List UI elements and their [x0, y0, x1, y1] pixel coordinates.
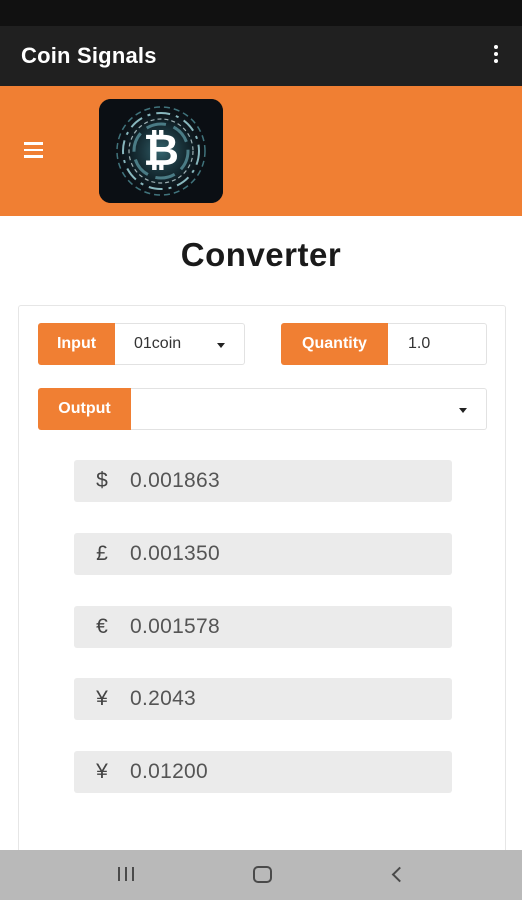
caret-down-icon	[459, 408, 467, 413]
currency-symbol: €	[96, 615, 108, 638]
result-value: 0.01200	[130, 760, 209, 783]
result-value: 0.001350	[130, 542, 220, 565]
bitcoin-logo-icon: ₿	[99, 99, 223, 203]
page-title: Converter	[180, 236, 342, 273]
input-coin-value: 01coin	[134, 335, 182, 352]
result-value: 0.001578	[130, 615, 220, 638]
quantity-value: 1.0	[408, 335, 431, 352]
result-row-cny: ¥ 0.01200	[74, 751, 452, 793]
system-nav-bar	[0, 850, 522, 900]
output-coin-select[interactable]	[131, 388, 487, 430]
input-coin-select[interactable]: 01coin	[115, 323, 245, 365]
currency-symbol: ¥	[96, 687, 108, 710]
input-label: Input	[38, 323, 115, 365]
currency-symbol: ¥	[96, 760, 108, 783]
result-row-eur: € 0.001578	[74, 606, 452, 648]
currency-symbol: $	[96, 469, 108, 492]
result-value: 0.2043	[130, 687, 197, 710]
more-vert-icon[interactable]	[492, 45, 500, 67]
status-bar	[0, 0, 522, 26]
result-row-usd: $ 0.001863	[74, 460, 452, 502]
result-row-jpy: ¥ 0.2043	[74, 678, 452, 720]
app-title: Coin Signals	[21, 43, 157, 68]
svg-text:₿: ₿	[143, 126, 179, 175]
back-icon[interactable]	[391, 866, 408, 883]
converter-card: Input 01coin Quantity 1.0 Output $ 0.001…	[18, 305, 506, 865]
result-row-gbp: £ 0.001350	[74, 533, 452, 575]
output-label: Output	[38, 388, 131, 430]
recents-icon[interactable]	[118, 867, 136, 881]
quantity-input[interactable]: 1.0	[388, 323, 487, 365]
app-bar: Coin Signals	[0, 26, 522, 86]
result-value: 0.001863	[130, 469, 220, 492]
currency-symbol: £	[96, 542, 108, 565]
header-banner: ₿	[0, 86, 522, 216]
quantity-label: Quantity	[281, 323, 388, 365]
caret-down-icon	[217, 343, 225, 348]
home-icon[interactable]	[253, 866, 272, 883]
menu-icon[interactable]	[24, 142, 43, 158]
